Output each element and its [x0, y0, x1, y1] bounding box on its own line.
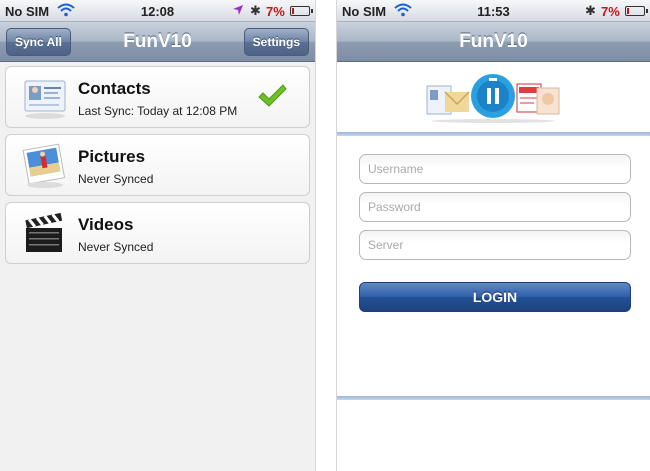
item-title: Contacts	[78, 79, 151, 98]
item-title: Pictures	[78, 147, 146, 166]
battery-percent: 7%	[601, 4, 620, 19]
app-banner	[337, 62, 650, 134]
password-field[interactable]	[359, 192, 631, 222]
photo-icon	[22, 143, 66, 188]
sync-screen: No SIM 12:08 ✱ 7% Sync All FunV10 Settin…	[0, 0, 316, 471]
username-field[interactable]	[359, 154, 631, 184]
sync-list: Contacts Last Sync: Today at 12:08 PM Pi…	[5, 66, 310, 270]
status-bar: No SIM 12:08 ✱ 7%	[0, 0, 315, 22]
bluetooth-icon: ✱	[585, 3, 596, 18]
status-bar: No SIM 11:53 ✱ 7%	[337, 0, 650, 22]
divider	[337, 396, 650, 400]
sync-item-videos[interactable]: Videos Never Synced	[5, 202, 310, 264]
server-field[interactable]	[359, 230, 631, 260]
nav-bar: Sync All FunV10 Settings	[0, 22, 315, 62]
login-button[interactable]: LOGIN	[359, 282, 631, 312]
item-title: Videos	[78, 215, 134, 234]
bluetooth-icon: ✱	[250, 3, 261, 18]
battery-icon	[290, 6, 313, 16]
login-form: LOGIN	[337, 136, 650, 396]
item-status: Last Sync: Today at 12:08 PM	[78, 104, 238, 118]
app-logo	[426, 74, 560, 123]
checkmark-icon	[258, 84, 287, 107]
item-status: Never Synced	[78, 172, 154, 186]
app-title: FunV10	[459, 31, 528, 52]
clapperboard-icon	[25, 212, 63, 252]
location-arrow-icon	[233, 5, 243, 15]
contact-card-icon	[24, 80, 66, 119]
battery-icon	[625, 6, 648, 16]
item-status: Never Synced	[78, 240, 154, 254]
login-screen: No SIM 11:53 ✱ 7% FunV10 Username Server…	[336, 0, 650, 471]
settings-button[interactable]: Settings	[243, 28, 309, 56]
sync-item-contacts[interactable]: Contacts Last Sync: Today at 12:08 PM	[5, 66, 310, 128]
sync-item-pictures[interactable]: Pictures Never Synced	[5, 134, 310, 196]
nav-bar: FunV10	[337, 22, 650, 62]
battery-percent: 7%	[266, 4, 285, 19]
